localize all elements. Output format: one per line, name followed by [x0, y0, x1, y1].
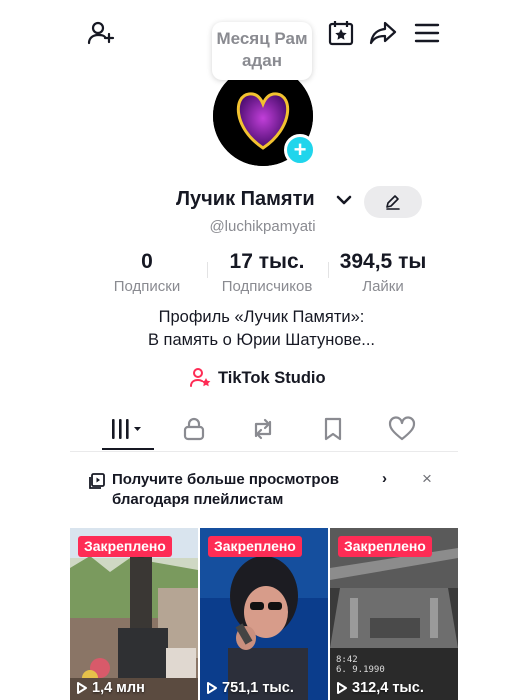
- tab-favorites[interactable]: [313, 412, 353, 446]
- pinned-badge: Закреплено: [338, 536, 432, 557]
- view-count-text: 751,1 тыс.: [222, 680, 294, 696]
- banner-line: Получите больше просмотров: [112, 471, 339, 488]
- close-icon[interactable]: ×: [422, 469, 432, 489]
- bio-line: В память о Юрии Шатунове...: [147, 331, 376, 349]
- stat-followers-label: Подписчиков: [221, 278, 313, 295]
- edit-profile-button[interactable]: [364, 186, 422, 218]
- play-icon: [77, 682, 87, 694]
- playlist-icon: [89, 473, 105, 489]
- view-count-text: 1,4 млн: [92, 680, 145, 696]
- repost-icon: [254, 418, 272, 440]
- add-avatar-button[interactable]: +: [284, 134, 316, 166]
- video-thumbnail[interactable]: 8:42 6. 9.1990 Закреплено 312,4 тыс.: [330, 528, 458, 700]
- tab-videos[interactable]: [102, 412, 150, 446]
- active-tab-indicator: [102, 448, 154, 450]
- note-bubble-text: Месяц Рамадан: [216, 29, 308, 70]
- banner-line: благодаря плейлистам: [112, 491, 284, 508]
- videos-grid-icon: [112, 419, 141, 439]
- tab-liked[interactable]: [382, 412, 422, 446]
- calendar-star-icon[interactable]: [326, 18, 356, 48]
- pinned-badge: Закреплено: [78, 536, 172, 557]
- add-friend-icon[interactable]: [86, 18, 116, 48]
- banner-text: Получите больше просмотров благодаря пле…: [112, 470, 392, 510]
- playlist-banner[interactable]: Получите больше просмотров благодаря пле…: [88, 469, 448, 510]
- heart-icon: [388, 416, 416, 441]
- stat-likes-value: 394,5 ты: [339, 250, 427, 273]
- tiktok-studio-link[interactable]: TikTok Studio: [190, 366, 326, 390]
- pinned-badge: Закреплено: [208, 536, 302, 557]
- person-star-icon: [190, 368, 211, 387]
- profile-handle: @luchikpamyati: [209, 218, 316, 235]
- profile-bio[interactable]: Профиль «Лучик Памяти»: В память о Юрии …: [0, 306, 523, 352]
- play-icon: [337, 682, 347, 694]
- tab-private[interactable]: [174, 412, 214, 446]
- divider: [328, 262, 329, 278]
- stat-likes[interactable]: 394,5 ты Лайки: [330, 250, 436, 297]
- pencil-icon: [386, 195, 400, 210]
- video-thumbnail[interactable]: Закреплено 751,1 тыс.: [200, 528, 328, 700]
- divider: [207, 262, 208, 278]
- tab-reposts[interactable]: [243, 412, 283, 446]
- profile-stats: 0 Подписки 17 тыс. Подписчиков 394,5 ты …: [0, 250, 523, 298]
- video-grid: Закреплено 1,4 млн Закреплено 751,1 тыс.: [70, 528, 458, 700]
- bio-line: Профиль «Лучик Памяти»:: [158, 308, 365, 326]
- tiktok-studio-label: TikTok Studio: [218, 368, 326, 387]
- stat-likes-label: Лайки: [362, 278, 404, 295]
- view-count: 1,4 млн: [76, 680, 145, 696]
- share-icon[interactable]: [368, 18, 398, 48]
- svg-text:6. 9.1990: 6. 9.1990: [336, 665, 385, 675]
- view-count-text: 312,4 тыс.: [352, 680, 424, 696]
- view-count: 312,4 тыс.: [336, 680, 424, 696]
- menu-icon[interactable]: [412, 18, 442, 48]
- stat-followers[interactable]: 17 тыс. Подписчиков: [210, 250, 324, 297]
- stat-followers-value: 17 тыс.: [229, 250, 305, 273]
- play-icon: [207, 682, 217, 694]
- profile-name[interactable]: Лучик Памяти: [176, 188, 315, 211]
- lock-icon: [183, 417, 205, 441]
- video-thumbnail[interactable]: Закреплено 1,4 млн: [70, 528, 198, 700]
- stat-following-label: Подписки: [113, 278, 181, 295]
- bookmark-icon: [324, 417, 342, 441]
- chevron-right-icon[interactable]: ›: [382, 470, 387, 487]
- note-bubble[interactable]: Месяц Рамадан: [212, 22, 312, 80]
- svg-text:8:42: 8:42: [336, 655, 358, 665]
- profile-tabs: [70, 408, 458, 452]
- view-count: 751,1 тыс.: [206, 680, 294, 696]
- chevron-down-icon[interactable]: [334, 190, 354, 210]
- stat-following[interactable]: 0 Подписки: [104, 250, 190, 297]
- stat-following-value: 0: [141, 250, 153, 273]
